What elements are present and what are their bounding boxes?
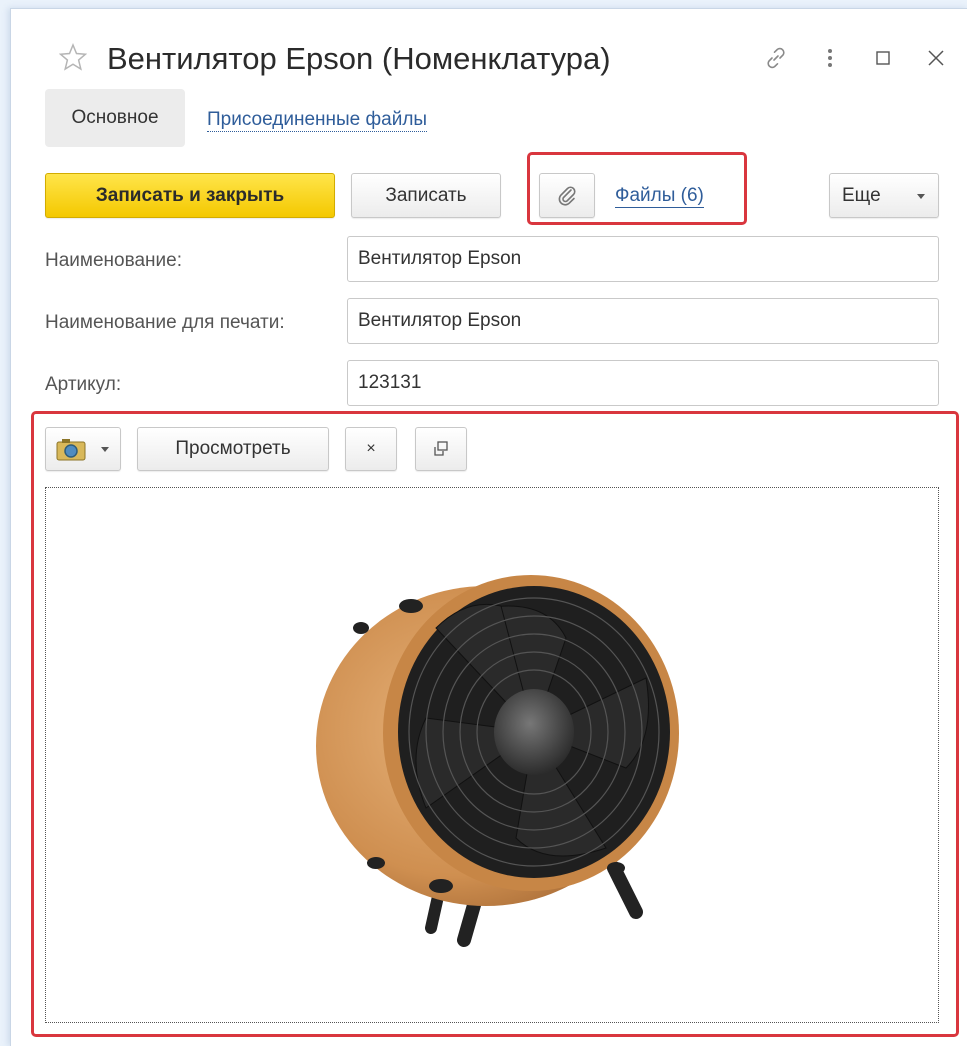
print-name-label: Наименование для печати: bbox=[45, 312, 285, 333]
print-name-field[interactable]: Вентилятор Epson bbox=[347, 298, 939, 344]
more-button-label: Еще bbox=[842, 184, 881, 206]
tab-attached-files[interactable]: Присоединенные файлы bbox=[207, 109, 428, 132]
save-and-close-button[interactable]: Записать и закрыть bbox=[45, 173, 335, 218]
item-card-window: Вентилятор Epson (Номенклатура) Основное… bbox=[10, 8, 967, 1046]
open-window-icon bbox=[434, 441, 448, 456]
chevron-down-icon bbox=[101, 447, 109, 452]
name-label: Наименование: bbox=[45, 250, 182, 271]
save-button[interactable]: Записать bbox=[351, 173, 501, 218]
camera-menu-button[interactable] bbox=[45, 427, 121, 471]
link-icon[interactable] bbox=[763, 45, 789, 71]
maximize-icon[interactable] bbox=[870, 45, 896, 71]
name-field[interactable]: Вентилятор Epson bbox=[347, 236, 939, 282]
image-viewer[interactable] bbox=[45, 487, 939, 1023]
tab-main[interactable]: Основное bbox=[45, 89, 185, 147]
attach-files-button[interactable] bbox=[539, 173, 595, 218]
star-icon[interactable] bbox=[59, 43, 87, 71]
open-in-window-button[interactable] bbox=[415, 427, 467, 471]
more-vertical-icon[interactable] bbox=[817, 45, 843, 71]
chevron-down-icon bbox=[917, 193, 925, 199]
tab-main-label: Основное bbox=[71, 107, 159, 128]
page-title: Вентилятор Epson (Номенклатура) bbox=[107, 41, 611, 76]
fan-image bbox=[316, 575, 679, 947]
files-link[interactable]: Файлы (6) bbox=[615, 185, 704, 208]
view-image-button[interactable]: Просмотреть bbox=[137, 427, 329, 471]
more-button[interactable]: Еще bbox=[829, 173, 939, 218]
camera-icon bbox=[56, 439, 86, 461]
article-field[interactable]: 123131 bbox=[347, 360, 939, 406]
paperclip-icon bbox=[558, 185, 576, 206]
clear-image-button[interactable]: × bbox=[345, 427, 397, 471]
close-icon[interactable] bbox=[923, 45, 949, 71]
article-label: Артикул: bbox=[45, 374, 122, 395]
